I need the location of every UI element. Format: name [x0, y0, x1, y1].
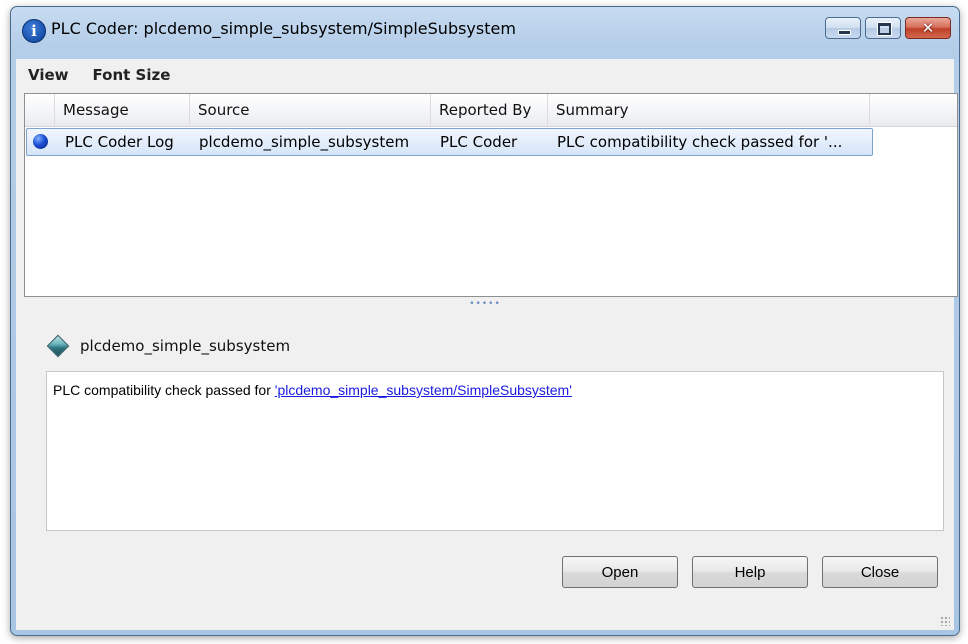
maximize-button[interactable] [865, 17, 901, 39]
window-title: PLC Coder: plcdemo_simple_subsystem/Simp… [51, 19, 516, 38]
resize-grip[interactable] [940, 616, 950, 626]
detail-model-name: plcdemo_simple_subsystem [80, 337, 291, 355]
detail-message-box: PLC compatibility check passed for 'plcd… [46, 371, 944, 531]
close-button[interactable]: Close [822, 556, 938, 588]
table-header: Message Source Reported By Summary [25, 94, 957, 127]
header-reported-by[interactable]: Reported By [431, 94, 548, 126]
cell-reported-by: PLC Coder [440, 133, 518, 151]
menu-bar: View Font Size [16, 59, 954, 91]
pane-splitter[interactable]: ••••• [16, 300, 954, 311]
dialog-body: Message Source Reported By Summary PLC C… [16, 91, 958, 630]
header-message[interactable]: Message [55, 94, 190, 126]
cell-message: PLC Coder Log [65, 133, 174, 151]
header-source[interactable]: Source [190, 94, 431, 126]
detail-message-text: PLC compatibility check passed for [53, 382, 275, 398]
help-button[interactable]: Help [692, 556, 808, 588]
plc-coder-dialog: i PLC Coder: plcdemo_simple_subsystem/Si… [10, 6, 960, 636]
cell-source: plcdemo_simple_subsystem [199, 133, 410, 151]
table-row[interactable]: PLC Coder Log plcdemo_simple_subsystem P… [26, 128, 873, 156]
minimize-button[interactable] [825, 17, 861, 39]
info-icon: i [22, 19, 46, 43]
subsystem-link[interactable]: 'plcdemo_simple_subsystem/SimpleSubsyste… [275, 382, 572, 398]
close-window-button[interactable]: ✕ [905, 17, 951, 39]
menu-view[interactable]: View [16, 66, 81, 84]
open-button[interactable]: Open [562, 556, 678, 588]
window-controls: ✕ [825, 17, 951, 41]
cell-summary: PLC compatibility check passed for '... [557, 133, 843, 151]
simulink-model-icon [46, 334, 70, 358]
close-icon: ✕ [921, 19, 935, 37]
title-bar[interactable]: i PLC Coder: plcdemo_simple_subsystem/Si… [11, 7, 959, 59]
detail-header: plcdemo_simple_subsystem [46, 334, 291, 358]
info-message-icon [27, 129, 57, 155]
message-table[interactable]: Message Source Reported By Summary PLC C… [24, 93, 958, 297]
minimize-icon [826, 18, 860, 38]
menu-font-size[interactable]: Font Size [81, 66, 183, 84]
header-icon-column[interactable] [25, 94, 55, 126]
header-summary[interactable]: Summary [548, 94, 870, 126]
maximize-icon [866, 18, 900, 38]
